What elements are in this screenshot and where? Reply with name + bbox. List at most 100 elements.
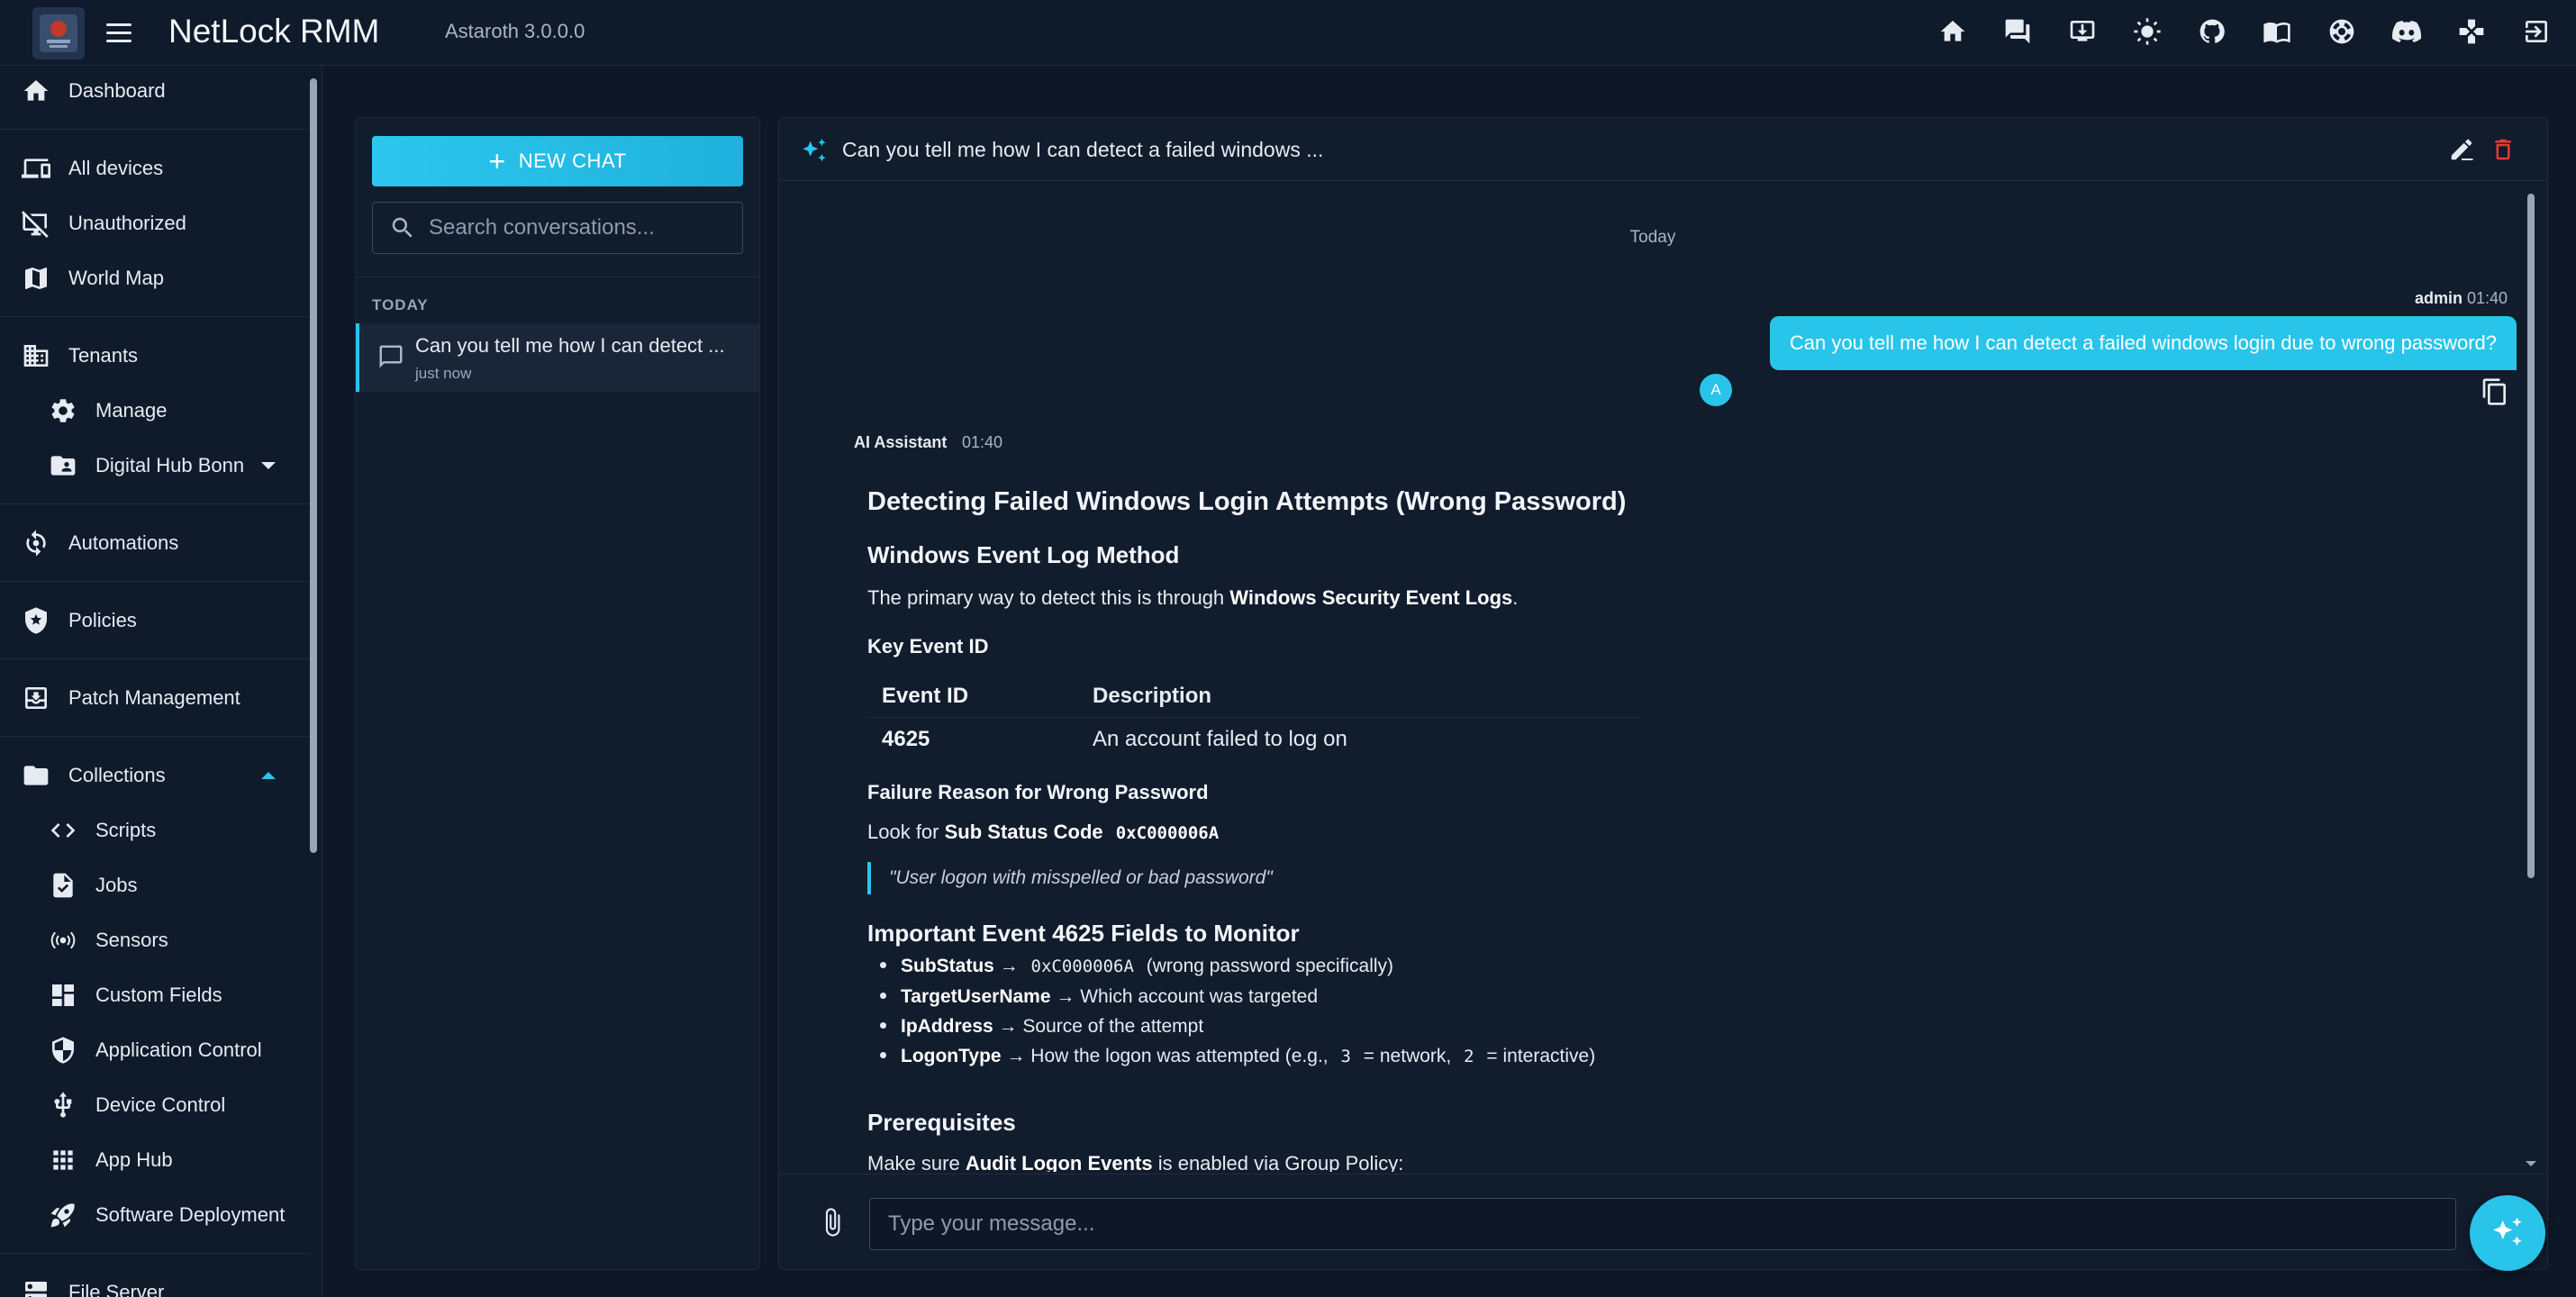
chat-title: Can you tell me how I can detect a faile… xyxy=(842,138,1324,161)
new-chat-label: NEW CHAT xyxy=(518,150,627,172)
building-icon xyxy=(20,340,52,372)
app-version: Astaroth 3.0.0.0 xyxy=(445,20,585,42)
sidebar-item-label: World Map xyxy=(68,267,164,289)
sidebar-item-label: Policies xyxy=(68,609,137,631)
sidebar-item-label: Unauthorized xyxy=(68,212,186,234)
list-item: IpAddress → Source of the attempt xyxy=(867,1016,1203,1038)
edit-icon[interactable] xyxy=(2448,136,2475,163)
list-item: TargetUserName → Which account was targe… xyxy=(867,986,1318,1008)
sidebar-item-label: Automations xyxy=(68,531,179,554)
theme-icon[interactable] xyxy=(2133,14,2162,49)
message-input[interactable] xyxy=(869,1198,2456,1250)
sidebar-item-patch-management[interactable]: Patch Management xyxy=(0,673,297,723)
support-icon[interactable] xyxy=(2327,14,2356,49)
game-icon[interactable] xyxy=(2457,14,2486,49)
home-icon[interactable] xyxy=(1938,14,1967,49)
chat-icon[interactable] xyxy=(2003,14,2032,49)
ai-message-time: 01:40 xyxy=(962,433,1003,451)
sidebar-item-label: Collections xyxy=(68,764,166,786)
netlock-logo[interactable] xyxy=(32,7,85,59)
conversation-list-panel: + NEW CHAT TODAY Can you tell me how I c… xyxy=(355,117,760,1270)
job-icon xyxy=(47,869,79,902)
sidebar-item-manage[interactable]: Manage xyxy=(0,385,297,436)
sidebar-item-label: Custom Fields xyxy=(95,984,222,1006)
logout-icon[interactable] xyxy=(2522,14,2551,49)
sidebar-item-label: File Server xyxy=(68,1281,165,1297)
list-item: LogonType → How the logon was attempted … xyxy=(867,1046,1595,1067)
patch-icon xyxy=(20,682,52,714)
sidebar-item-label: All devices xyxy=(68,157,164,179)
sidebar-divider xyxy=(0,316,310,317)
user-message-bubble: Can you tell me how I can detect a faile… xyxy=(1769,316,2517,370)
delete-icon[interactable] xyxy=(2490,136,2517,163)
day-separator: Today xyxy=(1629,228,1676,247)
key-event-title: Key Event ID xyxy=(867,635,989,658)
new-chat-button[interactable]: + NEW CHAT xyxy=(372,136,743,186)
top-bar: NetLock RMM Astaroth 3.0.0.0 xyxy=(0,0,2576,66)
download-icon[interactable] xyxy=(2068,14,2097,49)
prereq-title: Prerequisites xyxy=(867,1109,1016,1136)
search-icon xyxy=(392,217,413,238)
attach-icon[interactable] xyxy=(817,1207,848,1238)
sidebar-item-tenants[interactable]: Tenants xyxy=(0,331,297,381)
sidebar-item-label: Manage xyxy=(95,399,168,422)
sidebar-item-automations[interactable]: Automations xyxy=(0,518,297,568)
avatar: A xyxy=(1700,374,1732,406)
sidebar-item-world-map[interactable]: World Map xyxy=(0,253,297,304)
sidebar-item-label: Software Deployment xyxy=(95,1203,286,1226)
sidebar-item-custom-fields[interactable]: Custom Fields xyxy=(0,970,297,1020)
sidebar-divider xyxy=(0,129,310,130)
shield-star-icon xyxy=(20,604,52,637)
menu-toggle-button[interactable] xyxy=(106,16,139,49)
table-header-cell: Description xyxy=(1093,684,1212,708)
table-cell: An account failed to log on xyxy=(1093,727,1347,751)
conversation-search xyxy=(372,202,743,254)
scroll-down-icon[interactable] xyxy=(2526,1161,2536,1166)
sidebar-item-software-deployment[interactable]: Software Deployment xyxy=(0,1190,297,1240)
search-conversations-input[interactable] xyxy=(429,215,735,240)
chevron-down-icon[interactable] xyxy=(261,462,276,469)
fields-title: Important Event 4625 Fields to Monitor xyxy=(867,920,1300,947)
chat-panel: Can you tell me how I can detect a faile… xyxy=(778,117,2548,1270)
chat-scrollbar[interactable] xyxy=(2527,194,2535,878)
conversation-title: Can you tell me how I can detect ... xyxy=(415,334,725,357)
copy-icon[interactable] xyxy=(2481,377,2509,406)
sidebar-item-file-server[interactable]: File Server xyxy=(0,1267,297,1297)
unauthorized-icon xyxy=(20,207,52,240)
grid-icon xyxy=(47,979,79,1011)
sidebar-item-sensors[interactable]: Sensors xyxy=(0,915,297,966)
sidebar-item-digital-hub-bonn[interactable]: Digital Hub Bonn xyxy=(0,440,297,491)
sidebar-scrollbar[interactable] xyxy=(310,78,317,853)
discord-icon[interactable] xyxy=(2392,14,2421,49)
gear-icon xyxy=(47,395,79,427)
table-header-cell: Event ID xyxy=(882,684,969,708)
sidebar-item-policies[interactable]: Policies xyxy=(0,595,297,646)
sidebar-item-app-hub[interactable]: App Hub xyxy=(0,1135,297,1185)
sidebar-item-dashboard[interactable]: Dashboard xyxy=(0,66,297,116)
sidebar-divider xyxy=(0,503,310,504)
sidebar-divider xyxy=(0,1253,310,1254)
sidebar-item-unauthorized[interactable]: Unauthorized xyxy=(0,198,297,249)
ai-assistant-button[interactable] xyxy=(2470,1195,2545,1271)
user-sender-name: admin xyxy=(2414,289,2463,307)
sidebar-item-label: Patch Management xyxy=(68,686,240,709)
sidebar-item-all-devices[interactable]: All devices xyxy=(0,143,297,194)
sidebar-item-application-control[interactable]: Application Control xyxy=(0,1025,297,1075)
user-message-time: 01:40 xyxy=(2466,289,2508,307)
chevron-up-icon[interactable] xyxy=(261,772,276,779)
sidebar-item-label: Digital Hub Bonn xyxy=(95,454,245,476)
github-icon[interactable] xyxy=(2198,14,2227,49)
conversation-item[interactable]: Can you tell me how I can detect ... jus… xyxy=(356,323,759,392)
sidebar-item-device-control[interactable]: Device Control xyxy=(0,1080,297,1130)
sidebar-item-label: Application Control xyxy=(95,1039,262,1061)
table-cell: 4625 xyxy=(882,727,930,751)
table-row: 4625 An account failed to log on xyxy=(867,718,1642,761)
list-item: SubStatus → 0xC000006A (wrong password s… xyxy=(867,956,1393,977)
sidebar-item-collections[interactable]: Collections xyxy=(0,750,297,801)
map-icon xyxy=(20,262,52,295)
sidebar-item-jobs[interactable]: Jobs xyxy=(0,860,297,911)
rocket-icon xyxy=(47,1199,79,1231)
sidebar-item-scripts[interactable]: Scripts xyxy=(0,805,297,856)
docs-icon[interactable] xyxy=(2263,14,2291,49)
automation-icon xyxy=(20,527,52,559)
